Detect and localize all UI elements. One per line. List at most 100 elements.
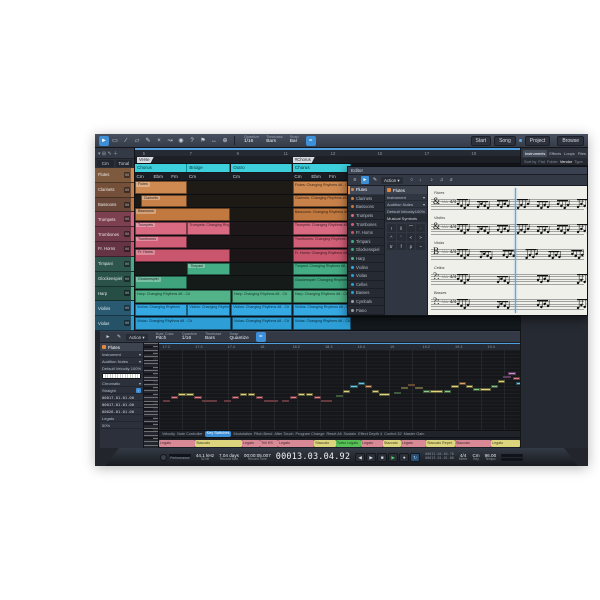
note-mode-row[interactable]: Legato <box>100 415 143 422</box>
clip[interactable]: Violins: Changing Rhythms #8 - C# <box>231 304 292 317</box>
piano-note[interactable] <box>343 390 350 393</box>
autoscroll-toggle[interactable]: = <box>306 136 316 146</box>
eraser-tool[interactable]: ▱ <box>132 136 142 146</box>
pr-pencil-tool[interactable]: ✎ <box>115 333 123 341</box>
groove-row[interactable]: Straight◦ <box>100 387 143 394</box>
editor-instrument-item[interactable]: Basses <box>348 289 384 298</box>
piano-note[interactable] <box>224 400 231 403</box>
clip[interactable]: Timpani <box>187 263 230 276</box>
piano-note[interactable] <box>498 380 505 383</box>
range-tool[interactable]: ▭ <box>110 136 120 146</box>
clip[interactable]: Bassoons <box>135 208 230 221</box>
scroll-tool[interactable]: ↔ <box>209 136 219 146</box>
piano-note[interactable] <box>264 400 278 403</box>
browser-tab-files[interactable]: Files <box>577 150 587 157</box>
split-tool[interactable]: ∕ <box>121 136 131 146</box>
pr-snap-toggle[interactable]: = <box>256 332 266 342</box>
loop-button[interactable]: ↻ <box>410 453 420 462</box>
controller-tab[interactable]: Program Change <box>296 432 325 436</box>
piano-note[interactable] <box>358 382 365 385</box>
clip[interactable]: Harp: Changing Rhythms #8 - C# <box>135 290 231 303</box>
black-key[interactable] <box>144 381 153 383</box>
keyswitch-lane[interactable]: LegatoStaccatoLegatoTrill HSLegatoStacca… <box>159 437 520 448</box>
musical-symbol-button[interactable]: ⌒ <box>407 224 416 232</box>
note-duration-button[interactable]: ♬ <box>448 176 456 184</box>
musical-symbol-button[interactable]: ~ <box>416 242 425 250</box>
black-key[interactable] <box>144 358 153 360</box>
track-column-tools[interactable]: ▾ ⊞ ✎ ＋ <box>95 148 134 159</box>
controller-tab[interactable]: Pitch Bend <box>254 432 272 436</box>
black-key[interactable] <box>144 408 153 410</box>
editor-instrument-item[interactable]: Piano <box>348 306 384 315</box>
snap-value[interactable]: Bar <box>290 140 297 145</box>
piano-note[interactable] <box>459 382 466 385</box>
editor-instrument-item[interactable]: Bassoons <box>348 203 384 212</box>
time-display[interactable]: 00013.03.04.92 <box>276 452 350 462</box>
snap-group[interactable]: Snap Bar <box>290 136 299 145</box>
stop-button[interactable]: ■ <box>377 453 387 462</box>
arranger-marker[interactable]: Verse <box>137 157 154 163</box>
piano-note[interactable] <box>401 387 408 390</box>
clip[interactable]: Violas: Changing Rhythms #8 - C# <box>135 317 231 330</box>
controller-tab[interactable]: Velocity <box>162 432 175 436</box>
black-key[interactable] <box>144 346 153 348</box>
timebase-value[interactable]: Bars <box>266 140 276 145</box>
editor-instrument-item[interactable]: Cellos <box>348 281 384 290</box>
black-key[interactable] <box>144 437 153 439</box>
piano-note[interactable] <box>350 385 357 388</box>
controller-tab[interactable]: Sustain <box>343 432 356 436</box>
piano-note[interactable] <box>372 390 379 393</box>
editor-instrument-item[interactable]: Flutes <box>348 186 384 195</box>
editor-instrument-item[interactable]: Cymbals <box>348 298 384 307</box>
default-velocity-row[interactable]: Default Velocity100% <box>385 208 427 215</box>
editor-instrument-item[interactable]: Violins <box>348 263 384 272</box>
note-strength-row[interactable]: 50% <box>100 422 143 429</box>
record-button[interactable]: ● <box>399 453 409 462</box>
mute-button[interactable]: M <box>124 276 130 282</box>
note-color-group[interactable]: Note Color Pitch <box>156 333 174 342</box>
track-header[interactable]: HarpM <box>95 287 134 302</box>
sort-option[interactable]: Folder <box>547 159 558 164</box>
mute-button[interactable]: M <box>124 216 130 222</box>
piano-note[interactable] <box>306 393 313 396</box>
arranger-section[interactable]: Chorus <box>135 164 187 172</box>
black-key[interactable] <box>144 373 153 375</box>
mute-button[interactable]: M <box>124 231 130 237</box>
arrow-tool[interactable]: ► <box>99 136 109 146</box>
black-key[interactable] <box>144 423 153 425</box>
pr-instrument-row[interactable]: Instrument▾ <box>100 351 143 358</box>
track-header[interactable]: TrumpetsM <box>95 212 134 227</box>
piano-note[interactable] <box>186 393 193 396</box>
piano-note[interactable] <box>430 390 443 393</box>
piano-note[interactable] <box>408 384 415 387</box>
instrument-row[interactable]: Instrument▾ <box>385 194 427 201</box>
musical-symbol-button[interactable]: ˇ <box>397 233 406 241</box>
piano-note[interactable] <box>444 390 451 393</box>
track-header[interactable]: ClarinetsM <box>95 183 134 198</box>
note-duration-button[interactable]: ♫ <box>438 176 446 184</box>
clip[interactable]: Glockenspiel <box>135 276 187 289</box>
track-header[interactable]: ViolasM <box>95 316 134 331</box>
note-length-row[interactable]: 00026.01.01.00 <box>100 408 143 415</box>
black-key[interactable] <box>144 402 153 404</box>
black-key[interactable] <box>144 352 153 354</box>
loop-range-readout[interactable]: 00012.04.04.76 00013.01.01.00 <box>425 453 454 460</box>
tempo-readout[interactable]: 96.00 Tempo <box>485 453 497 462</box>
note-grid[interactable] <box>159 350 520 430</box>
arranger-section[interactable]: Chorus <box>293 164 351 172</box>
clip[interactable]: Clarinets: Changing Rhythms #8 - C# <box>293 195 351 208</box>
clip[interactable]: Violas: Changing Rhythms #8 - C# <box>293 317 351 330</box>
sort-option[interactable]: Sort by <box>524 159 536 164</box>
pr-timebase-group[interactable]: Timebase Bars <box>205 333 222 342</box>
clip[interactable]: Trumpets <box>135 222 187 235</box>
controller-tab[interactable]: After Touch <box>274 432 293 436</box>
browser-tab-instruments[interactable]: Instruments <box>523 150 547 157</box>
editor-arrow-tool[interactable]: ► <box>361 176 369 184</box>
quantize-group[interactable]: Quantize 1/16 <box>244 136 259 145</box>
audition-notes-row[interactable]: Audition Notes▾ <box>385 201 427 208</box>
piano-note[interactable] <box>491 385 498 388</box>
chord-label[interactable]: Cm <box>137 173 144 181</box>
musical-symbol-button[interactable]: tr <box>387 242 396 250</box>
piano-note[interactable] <box>379 393 390 396</box>
mute-button[interactable]: M <box>124 246 130 252</box>
